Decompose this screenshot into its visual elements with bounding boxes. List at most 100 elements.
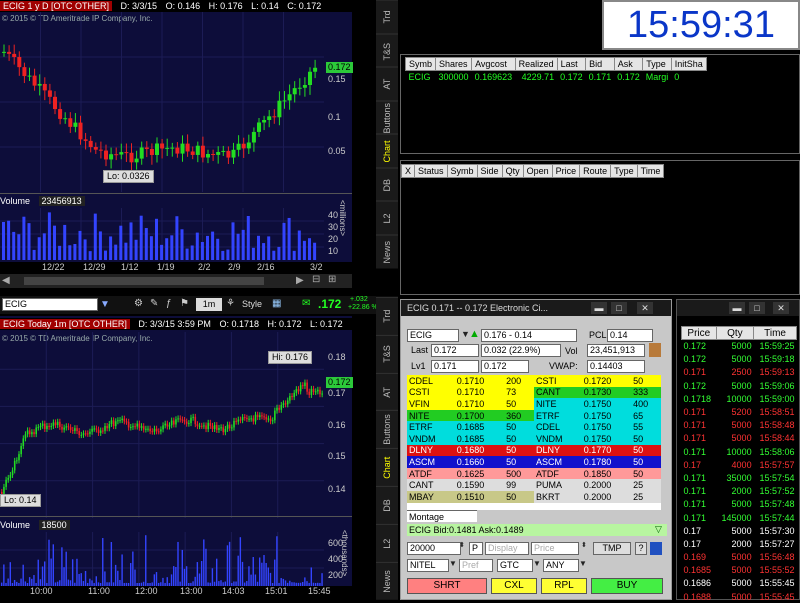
buy-button[interactable]: BUY [591,578,663,594]
side-tab-chart[interactable]: Chart [376,448,398,486]
positions-col-header[interactable]: Symb [404,57,437,71]
maximize-icon[interactable]: □ [611,302,627,314]
scroll-left-icon[interactable]: ◀ [2,275,10,286]
positions-col-header[interactable]: Bid [585,57,615,71]
ts-row[interactable]: 0.171 5000 15:58:44 [682,432,797,445]
symbol-input[interactable]: ECIG [2,298,98,311]
side-tab-chart[interactable]: Chart [376,134,398,168]
positions-col-header[interactable]: Ask [613,57,644,71]
ts-row[interactable]: 0.171 2000 15:57:52 [682,485,797,498]
short-button[interactable]: SHRT [407,578,487,594]
ts-row[interactable]: 0.171 145000 15:57:44 [682,511,797,524]
side-tab-buttons[interactable]: Buttons [376,410,398,449]
l2-options-icon[interactable] [649,343,661,357]
bid-row[interactable]: CSTI 0.1710 73 [407,386,534,399]
positions-col-header[interactable]: Avgcost [471,57,516,71]
orders-col-header[interactable]: Qty [501,164,524,178]
side-tab-news[interactable]: News [376,234,398,268]
price-stepper-icon[interactable]: ⬍ [581,541,587,549]
ask-row[interactable]: CDEL 0.1750 55 [534,421,661,433]
studies-icon[interactable]: ƒ [166,298,172,309]
side-tab-ts[interactable]: T&S [376,33,398,67]
ts-col-header[interactable]: Qty [715,326,755,340]
orders-col-header[interactable]: Route [579,164,612,178]
positions-col-header[interactable]: Shares [435,57,473,71]
ask-row[interactable]: DLNY 0.1770 50 [534,444,661,457]
style-icon[interactable]: ⚘ [226,298,235,309]
scroll-thumb[interactable] [24,277,264,285]
ask-row[interactable]: ETRF 0.1750 65 [534,409,661,422]
pref-input[interactable]: Pref [459,559,493,572]
positions-col-header[interactable]: Last [556,57,587,71]
side-tab-news[interactable]: News [376,561,398,600]
positions-col-header[interactable]: Type [642,57,672,71]
upper-chart[interactable]: ECIG 1 y D [OTC OTHER] D: 3/3/15 O: 0.14… [0,0,353,262]
tmp-button[interactable]: TMP [593,542,631,555]
route-dropdown-icon[interactable]: ▼ [449,559,457,568]
bid-row[interactable]: VNDM 0.1685 50 [407,432,534,445]
bid-row[interactable]: NITE 0.1700 360 [407,409,534,422]
ts-row[interactable]: 0.1686 5000 15:55:45 [682,577,797,590]
ts-row[interactable]: 0.17 4000 15:57:57 [682,458,797,471]
positions-col-header[interactable]: Realized [514,57,558,71]
orders-col-header[interactable]: Open [522,164,553,178]
bid-row[interactable]: MBAY 0.1510 50 [407,490,534,503]
ts-row[interactable]: 0.171 35000 15:57:54 [682,471,797,484]
ts-row[interactable]: 0.17 5000 15:57:30 [682,524,797,537]
link-color-icon[interactable] [650,542,662,555]
side-tab-trd[interactable]: Trd [376,0,398,34]
close-icon[interactable]: ✕ [637,302,653,314]
bid-row[interactable]: CANT 0.1590 99 [407,479,534,491]
route-select[interactable]: NITEL [407,559,449,572]
zoom-in-icon[interactable]: ⊞ [328,274,336,285]
ask-row[interactable]: ASCM 0.1780 50 [534,456,661,468]
ask-row[interactable]: CANT 0.1730 333 [534,386,661,399]
positions-row[interactable]: ECIG 300000 0.169623 4229.71 0.172 0.171 0.172… [406,71,707,83]
ts-row[interactable]: 0.172 5000 15:59:06 [682,379,797,392]
close-icon[interactable]: ✕ [773,302,789,314]
orders-col-header[interactable]: Type [610,164,638,178]
bid-row[interactable]: ASCM 0.1660 50 [407,456,534,468]
maximize-icon[interactable]: □ [749,302,765,314]
style-button[interactable]: Style [242,299,262,309]
settings-icon[interactable]: ⚙ [134,298,143,309]
level2-titlebar[interactable]: ECIG 0.171 -- 0.172 Electronic Ci... ▬ □… [401,300,671,316]
side-tab-at[interactable]: AT [376,67,398,101]
l2-symbol-input[interactable]: ECIG [407,329,459,342]
zoom-out-icon[interactable]: ⊟ [312,274,320,285]
replace-button[interactable]: RPL [541,578,587,594]
ask-row[interactable]: BKRT 0.2000 25 [534,490,661,503]
side-tab-ts[interactable]: T&S [376,334,398,373]
side-tab-trd[interactable]: Trd [376,297,398,335]
lower-chart[interactable]: ECIG Today 1m [OTC OTHER] D: 3/3/15 3:59… [0,316,353,586]
ask-row[interactable]: ATDF 0.1850 50 [534,467,661,480]
minimize-icon[interactable]: ▬ [591,302,607,314]
ts-row[interactable]: 0.169 5000 15:56:48 [682,551,797,564]
side-tab-l2[interactable]: L2 [376,201,398,235]
ask-row[interactable]: PUMA 0.2000 25 [534,479,661,491]
orders-col-header[interactable]: Time [636,164,665,178]
ts-col-header[interactable]: Time [753,326,797,340]
ts-row[interactable]: 0.17 2000 15:57:27 [682,537,797,550]
bid-row[interactable]: ETRF 0.1685 50 [407,421,534,433]
scroll-right-icon[interactable]: ▶ [296,275,304,286]
share-icon[interactable]: ✉ [302,298,310,309]
time-sales-titlebar[interactable]: ▬ □ ✕ [677,300,799,316]
bid-row[interactable]: CDEL 0.1710 200 [407,375,534,387]
bid-row[interactable]: ATDF 0.1625 500 [407,467,534,480]
orders-col-header[interactable]: Price [551,164,581,178]
side-tab-l2[interactable]: L2 [376,523,398,562]
ask-row[interactable]: NITE 0.1750 400 [534,398,661,410]
ts-row[interactable]: 0.171 2500 15:59:13 [682,366,797,379]
quantity-input[interactable]: 20000 [407,542,461,555]
expand-icon[interactable]: ▽ [655,524,662,535]
ts-row[interactable]: 0.171 5200 15:58:51 [682,405,797,418]
ts-row[interactable]: 0.1718 10000 15:59:00 [682,392,797,405]
ts-row[interactable]: 0.172 5000 15:59:25 [682,340,797,353]
display-input[interactable]: Display [485,542,529,555]
cancel-button[interactable]: CXL [491,578,537,594]
orders-col-header[interactable]: Status [414,164,448,178]
minimize-icon[interactable]: ▬ [729,302,745,314]
ask-row[interactable]: CSTI 0.1720 50 [534,375,661,387]
montage-tab[interactable]: Montage [407,510,477,522]
